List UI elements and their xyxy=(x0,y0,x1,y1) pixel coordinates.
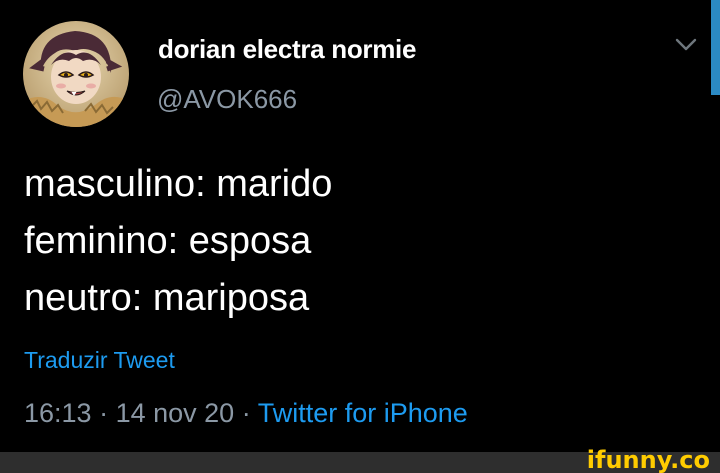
display-name[interactable]: dorian electra normie xyxy=(158,34,416,65)
meta-separator: · xyxy=(91,398,116,428)
ifunny-watermark: ifunny.co xyxy=(586,446,710,473)
tweet-line: feminino: esposa xyxy=(24,220,312,262)
tweet-line: masculino: marido xyxy=(24,163,333,205)
tweet-time[interactable]: 16:13 xyxy=(24,398,92,428)
tweet-metadata: 16:13 · 14 nov 20 · Twitter for iPhone xyxy=(24,398,468,429)
tweet-screenshot: dorian electra normie @AVOK666 masculino… xyxy=(0,0,720,473)
avatar[interactable] xyxy=(23,21,129,127)
edge-scroll-indicator xyxy=(711,0,720,95)
meta-separator: · xyxy=(234,398,258,428)
translate-tweet-link[interactable]: Traduzir Tweet xyxy=(24,347,175,374)
avatar-illustration xyxy=(23,21,129,127)
user-handle[interactable]: @AVOK666 xyxy=(157,84,297,115)
chevron-down-icon[interactable] xyxy=(672,34,700,56)
tweet-text: masculino: marido feminino: esposa neutr… xyxy=(24,156,332,327)
tweet-line: neutro: mariposa xyxy=(24,277,310,319)
tweet-client-link[interactable]: Twitter for iPhone xyxy=(258,398,468,428)
chevron-down-icon-glyph xyxy=(675,38,697,51)
tweet-date[interactable]: 14 nov 20 xyxy=(116,398,235,428)
